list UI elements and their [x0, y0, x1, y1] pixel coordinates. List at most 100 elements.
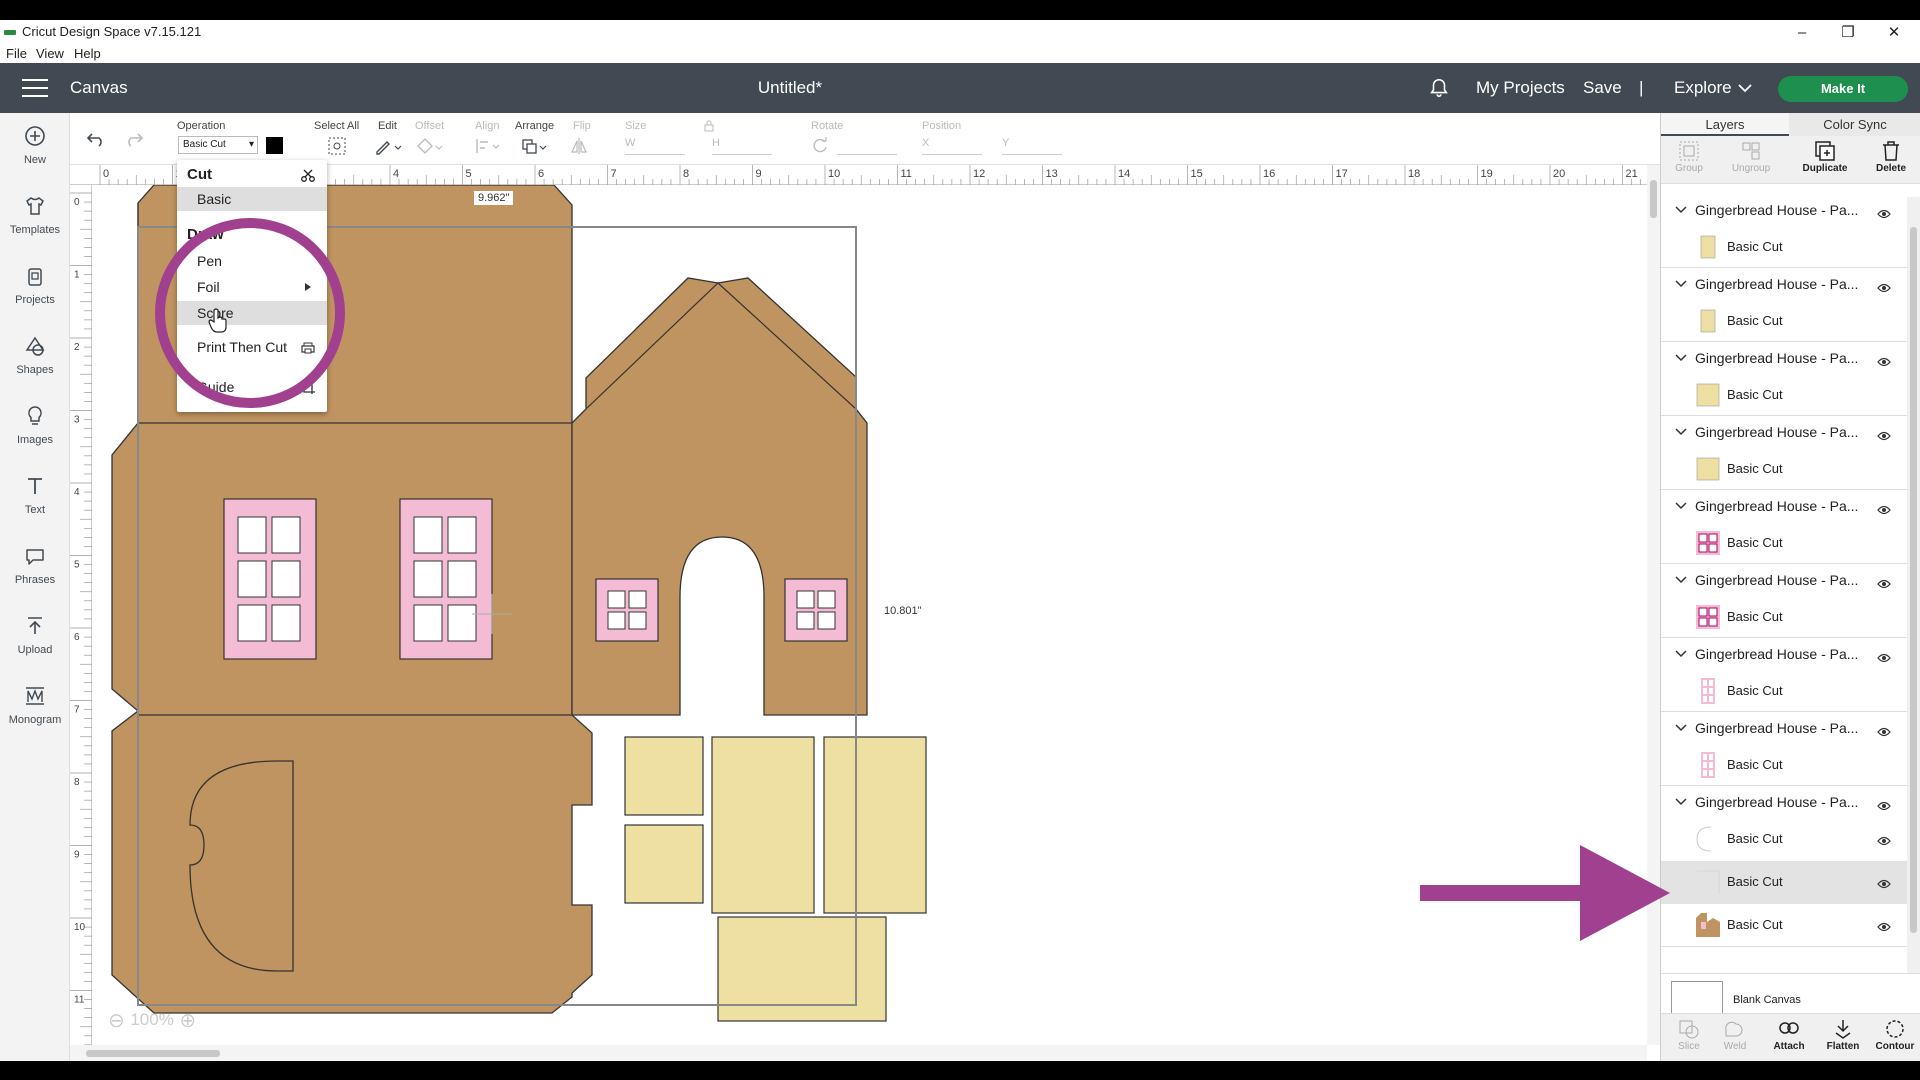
delete-button[interactable]: Delete [1863, 140, 1919, 174]
chevron-down-icon[interactable] [1675, 501, 1687, 513]
minimize-button[interactable]: – [1780, 20, 1824, 46]
cream-square-top[interactable] [624, 736, 704, 816]
operation-select[interactable]: Basic Cut [178, 136, 258, 154]
select-all-icon[interactable] [327, 136, 347, 156]
arrange-icon[interactable] [521, 137, 549, 155]
small-window-left[interactable] [595, 578, 659, 642]
group-button[interactable]: Group [1661, 140, 1717, 174]
layer-group[interactable]: Gingerbread House - Pa... [1661, 789, 1907, 819]
layer-group[interactable]: Gingerbread House - Pa... [1661, 345, 1907, 375]
layer-row[interactable]: Basic Cut [1661, 226, 1907, 268]
layer-row[interactable]: Basic Cut [1661, 448, 1907, 490]
visibility-eye-icon[interactable] [1877, 280, 1891, 298]
cream-panel-middle[interactable] [711, 736, 815, 914]
layer-row[interactable]: Basic Cut [1661, 861, 1907, 904]
weld-button[interactable]: Weld [1707, 1018, 1763, 1052]
tall-window-right[interactable] [399, 498, 493, 660]
cream-panel-right[interactable] [823, 736, 927, 914]
close-window-button[interactable]: ✕ [1872, 20, 1916, 46]
undo-icon[interactable] [86, 131, 106, 147]
visibility-eye-icon[interactable] [1877, 576, 1891, 594]
tall-window-left[interactable] [223, 498, 317, 660]
projects-button[interactable]: Projects [0, 265, 70, 308]
x-field[interactable]: X [922, 137, 982, 155]
visibility-eye-icon[interactable] [1877, 876, 1891, 894]
phrases-button[interactable]: Phrases [0, 545, 70, 588]
visibility-eye-icon[interactable] [1877, 650, 1891, 668]
shapes-button[interactable]: Shapes [0, 335, 70, 378]
lock-icon[interactable] [704, 120, 714, 132]
visibility-eye-icon[interactable] [1877, 502, 1891, 520]
layer-row[interactable]: Basic Cut [1661, 904, 1907, 947]
my-projects-link[interactable]: My Projects [1476, 78, 1565, 98]
layer-row[interactable]: Basic Cut [1661, 300, 1907, 342]
layer-row[interactable]: Basic Cut [1661, 818, 1907, 861]
cream-square-bottom[interactable] [624, 824, 704, 904]
layer-row[interactable]: Basic Cut [1661, 522, 1907, 564]
chevron-down-icon[interactable] [1675, 575, 1687, 587]
layers-scrollbar[interactable] [1907, 197, 1920, 973]
templates-button[interactable]: Templates [0, 195, 70, 238]
layer-group[interactable]: Gingerbread House - Pa... [1661, 715, 1907, 745]
chevron-down-icon[interactable] [1675, 723, 1687, 735]
tab-color-sync[interactable]: Color Sync [1789, 113, 1920, 136]
visibility-eye-icon[interactable] [1877, 919, 1891, 937]
upload-button[interactable]: Upload [0, 615, 70, 658]
layer-row[interactable]: Basic Cut [1661, 670, 1907, 712]
chevron-down-icon[interactable] [1675, 279, 1687, 291]
layer-group[interactable]: Gingerbread House - Pa... [1661, 641, 1907, 671]
menu-file[interactable]: File [6, 46, 27, 61]
layer-group[interactable]: Gingerbread House - Pa... [1661, 419, 1907, 449]
text-button[interactable]: Text [0, 475, 70, 518]
notification-bell-icon[interactable] [1428, 77, 1450, 99]
zoom-out-icon[interactable]: ⊖ [108, 1010, 125, 1032]
small-window-right[interactable] [784, 578, 848, 642]
images-button[interactable]: Images [0, 405, 70, 448]
menu-view[interactable]: View [36, 46, 64, 61]
delete-label: Delete [1875, 163, 1906, 174]
ungroup-button[interactable]: Ungroup [1723, 140, 1779, 174]
duplicate-button[interactable]: Duplicate [1797, 140, 1853, 174]
visibility-eye-icon[interactable] [1877, 428, 1891, 446]
zoom-in-icon[interactable]: ⊕ [179, 1010, 196, 1032]
chevron-down-icon[interactable] [1675, 649, 1687, 661]
make-it-button[interactable]: Make It [1778, 76, 1908, 102]
rotate-field[interactable] [837, 137, 897, 155]
explore-dropdown[interactable]: Explore [1674, 78, 1732, 98]
explore-chevron-icon[interactable] [1738, 83, 1752, 93]
visibility-eye-icon[interactable] [1877, 798, 1891, 816]
chevron-down-icon[interactable] [1675, 205, 1687, 217]
redo-icon[interactable] [124, 131, 144, 147]
layer-row[interactable]: Basic Cut [1661, 596, 1907, 638]
menu-item-basic[interactable]: Basic [177, 187, 327, 211]
menu-help[interactable]: Help [74, 46, 101, 61]
monogram-button[interactable]: Monogram [0, 685, 70, 728]
tab-layers[interactable]: Layers [1661, 113, 1789, 136]
save-link[interactable]: Save [1583, 78, 1622, 98]
height-field[interactable]: H [712, 137, 772, 155]
attach-button[interactable]: Attach [1761, 1018, 1817, 1052]
house-front-panel[interactable] [571, 277, 868, 716]
chevron-down-icon[interactable] [1675, 797, 1687, 809]
layer-group[interactable]: Gingerbread House - Pa... [1661, 271, 1907, 301]
visibility-eye-icon[interactable] [1877, 724, 1891, 742]
width-field[interactable]: W [625, 137, 685, 155]
layer-row[interactable]: Basic Cut [1661, 374, 1907, 416]
flatten-button[interactable]: Flatten [1815, 1018, 1871, 1052]
layer-group[interactable]: Gingerbread House - Pa... [1661, 197, 1907, 227]
operation-color-swatch[interactable] [266, 137, 283, 154]
layer-group[interactable]: Gingerbread House - Pa... [1661, 493, 1907, 523]
edit-pen-icon[interactable] [374, 137, 402, 155]
y-field[interactable]: Y [1002, 137, 1062, 155]
canvas-horizontal-scrollbar[interactable] [70, 1045, 1647, 1061]
new-button[interactable]: New [0, 125, 70, 168]
layer-group[interactable]: Gingerbread House - Pa... [1661, 567, 1907, 597]
visibility-eye-icon[interactable] [1877, 354, 1891, 372]
chevron-down-icon[interactable] [1675, 353, 1687, 365]
layer-row[interactable]: Basic Cut [1661, 744, 1907, 786]
chevron-down-icon[interactable] [1675, 427, 1687, 439]
restore-button[interactable]: ❐ [1826, 20, 1870, 46]
contour-button[interactable]: Contour [1867, 1018, 1920, 1052]
visibility-eye-icon[interactable] [1877, 206, 1891, 224]
visibility-eye-icon[interactable] [1877, 833, 1891, 851]
